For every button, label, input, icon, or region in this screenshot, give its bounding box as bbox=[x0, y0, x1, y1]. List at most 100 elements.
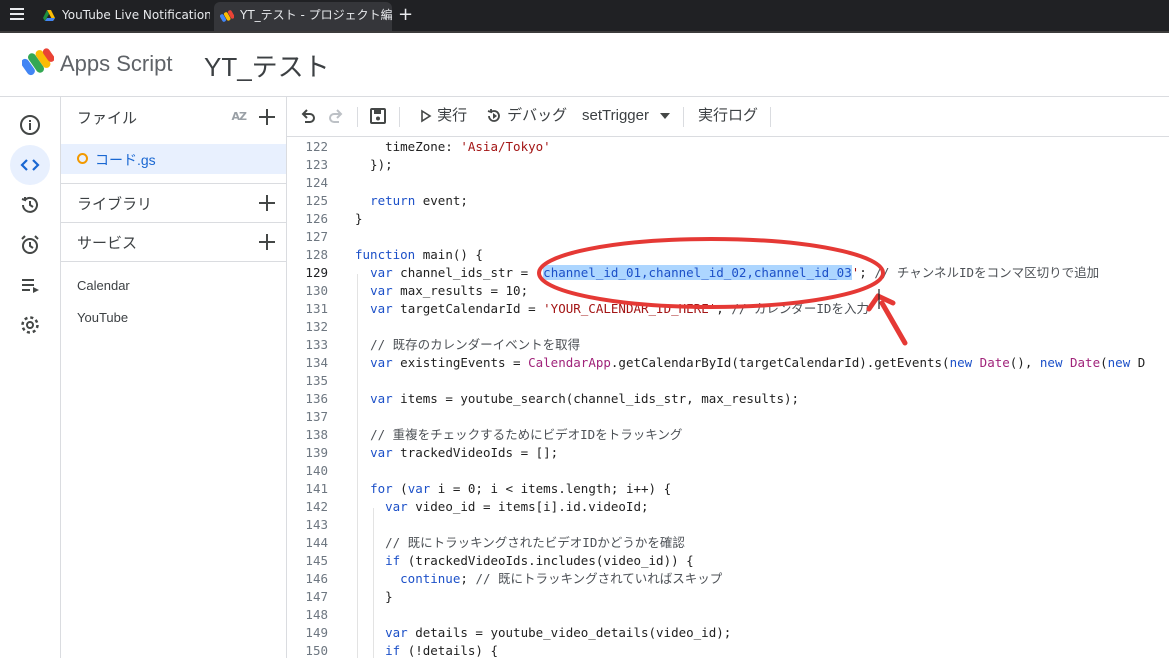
line-number: 128 bbox=[305, 247, 328, 262]
save-button[interactable] bbox=[369, 97, 387, 137]
new-tab-button[interactable]: + bbox=[398, 4, 413, 25]
undo-button[interactable] bbox=[299, 97, 317, 137]
code-line[interactable]: 142 var video_id = items[i].id.videoId; bbox=[287, 498, 1169, 516]
line-number: 139 bbox=[305, 445, 328, 460]
editor-toolbar: 実行 デバッグ setTrigger 実行ログ bbox=[287, 97, 1169, 137]
divider bbox=[61, 261, 287, 262]
line-number: 123 bbox=[305, 157, 328, 172]
code-text: var video_id = items[i].id.videoId; bbox=[385, 499, 649, 514]
code-text: var existingEvents = CalendarApp.getCale… bbox=[370, 355, 1146, 370]
code-line[interactable]: 128 function main() { bbox=[287, 246, 1169, 264]
versions-button[interactable] bbox=[10, 185, 50, 225]
code-line[interactable]: 146 continue; // 既にトラッキングされていればスキップ bbox=[287, 570, 1169, 588]
redo-button[interactable] bbox=[327, 97, 345, 137]
service-item-youtube[interactable]: YouTube bbox=[77, 310, 128, 325]
debug-button[interactable]: デバッグ bbox=[485, 97, 567, 137]
code-text: var details = youtube_video_details(vide… bbox=[385, 625, 732, 640]
triggers-button[interactable] bbox=[10, 225, 50, 265]
executions-button[interactable] bbox=[10, 265, 50, 305]
add-library-plus-icon[interactable] bbox=[258, 194, 276, 212]
execution-log-label: 実行ログ bbox=[698, 107, 759, 124]
add-service-plus-icon[interactable] bbox=[258, 233, 276, 251]
drive-icon bbox=[43, 9, 55, 21]
toolbar-separator bbox=[683, 107, 684, 127]
line-number: 136 bbox=[305, 391, 328, 406]
line-number: 146 bbox=[305, 571, 328, 586]
code-line[interactable]: 126} bbox=[287, 210, 1169, 228]
chevron-down-icon bbox=[660, 113, 671, 120]
code-text: } bbox=[355, 211, 363, 226]
code-line[interactable]: 134 var existingEvents = CalendarApp.get… bbox=[287, 354, 1169, 372]
browser-tab-apps-script[interactable]: YT_テスト - プロジェクト編集者 bbox=[214, 2, 392, 31]
code-editor[interactable]: 122 timeZone: 'Asia/Tokyo' 123 }); 124 125 … bbox=[287, 138, 1169, 658]
code-line[interactable]: 136 var items = youtube_search(channel_i… bbox=[287, 390, 1169, 408]
service-item-calendar[interactable]: Calendar bbox=[77, 278, 130, 293]
code-text: var trackedVideoIds = []; bbox=[370, 445, 559, 460]
code-line[interactable]: 138 // 重複をチェックするためにビデオIDをトラッキング bbox=[287, 426, 1169, 444]
code-line[interactable]: 148 bbox=[287, 606, 1169, 624]
code-line[interactable]: 147 } bbox=[287, 588, 1169, 606]
apps-script-logo-icon bbox=[22, 48, 54, 76]
line-number: 135 bbox=[305, 373, 328, 388]
code-line[interactable]: 132 bbox=[287, 318, 1169, 336]
browser-tab-bar: YouTube Live Notification - YT_テスト - プロジ… bbox=[0, 0, 1169, 31]
line-number: 137 bbox=[305, 409, 328, 424]
line-number: 150 bbox=[305, 643, 328, 658]
code-line[interactable]: 125 return event; bbox=[287, 192, 1169, 210]
line-number: 148 bbox=[305, 607, 328, 622]
app-header: Apps Script YT_テスト bbox=[0, 33, 1169, 97]
run-label: 実行 bbox=[437, 107, 468, 124]
code-line[interactable]: 133 // 既存のカレンダーイベントを取得 bbox=[287, 336, 1169, 354]
code-line[interactable]: 137 bbox=[287, 408, 1169, 426]
code-line[interactable]: 130 var max_results = 10; bbox=[287, 282, 1169, 300]
code-line[interactable]: 129 var channel_ids_str = 'channel_id_01… bbox=[287, 264, 1169, 282]
code-line[interactable]: 143 bbox=[287, 516, 1169, 534]
line-number: 129 bbox=[305, 265, 328, 280]
code-line[interactable]: 145 if (trackedVideoIds.includes(video_i… bbox=[287, 552, 1169, 570]
line-number: 142 bbox=[305, 499, 328, 514]
code-line[interactable]: 135 bbox=[287, 372, 1169, 390]
file-name: コード.gs bbox=[95, 152, 156, 168]
code-line[interactable]: 122 timeZone: 'Asia/Tokyo' bbox=[287, 138, 1169, 156]
code-line[interactable]: 144 // 既にトラッキングされたビデオIDかどうかを確認 bbox=[287, 534, 1169, 552]
play-icon bbox=[421, 109, 432, 123]
code-line[interactable]: 127 bbox=[287, 228, 1169, 246]
run-button[interactable]: 実行 bbox=[419, 97, 467, 137]
overview-button[interactable] bbox=[10, 105, 50, 145]
add-file-plus-icon[interactable] bbox=[258, 108, 276, 126]
line-number: 149 bbox=[305, 625, 328, 640]
editor-button[interactable] bbox=[10, 145, 50, 185]
code-line[interactable]: 131 var targetCalendarId = 'YOUR_CALENDA… bbox=[287, 300, 1169, 318]
debug-icon bbox=[487, 109, 500, 122]
project-title[interactable]: YT_テスト bbox=[204, 47, 330, 84]
code-line[interactable]: 141 for (var i = 0; i < items.length; i+… bbox=[287, 480, 1169, 498]
code-text: // 既存のカレンダーイベントを取得 bbox=[370, 337, 581, 352]
toolbar-separator bbox=[770, 107, 771, 127]
code-text: var max_results = 10; bbox=[370, 283, 529, 298]
code-line[interactable]: 140 bbox=[287, 462, 1169, 480]
sort-az-icon[interactable]: AZ bbox=[232, 110, 247, 123]
line-number: 138 bbox=[305, 427, 328, 442]
line-number: 145 bbox=[305, 553, 328, 568]
redo-icon bbox=[329, 109, 343, 124]
code-line[interactable]: 149 var details = youtube_video_details(… bbox=[287, 624, 1169, 642]
line-number: 144 bbox=[305, 535, 328, 550]
code-line[interactable]: 124 bbox=[287, 174, 1169, 192]
browser-tab-youtube[interactable]: YouTube Live Notification - bbox=[36, 0, 210, 31]
line-number: 131 bbox=[305, 301, 328, 316]
code-line[interactable]: 123 }); bbox=[287, 156, 1169, 174]
code-text: function main() { bbox=[355, 247, 483, 262]
code-text: continue; // 既にトラッキングされていればスキップ bbox=[400, 571, 723, 586]
code-text: var targetCalendarId = 'YOUR_CALENDAR_ID… bbox=[370, 301, 869, 316]
line-number: 125 bbox=[305, 193, 328, 208]
execution-log-button[interactable]: 実行ログ bbox=[698, 97, 758, 137]
code-line[interactable]: 150 if (!details) { bbox=[287, 642, 1169, 658]
libraries-section-title: ライブラリ bbox=[77, 196, 153, 213]
history-icon bbox=[21, 196, 38, 213]
settings-button[interactable] bbox=[10, 305, 50, 345]
hamburger-menu-icon[interactable] bbox=[10, 8, 24, 22]
toolbar-separator bbox=[399, 107, 400, 127]
file-item[interactable]: コード.gs bbox=[61, 144, 286, 174]
function-select[interactable]: setTrigger bbox=[582, 97, 671, 137]
code-line[interactable]: 139 var trackedVideoIds = []; bbox=[287, 444, 1169, 462]
